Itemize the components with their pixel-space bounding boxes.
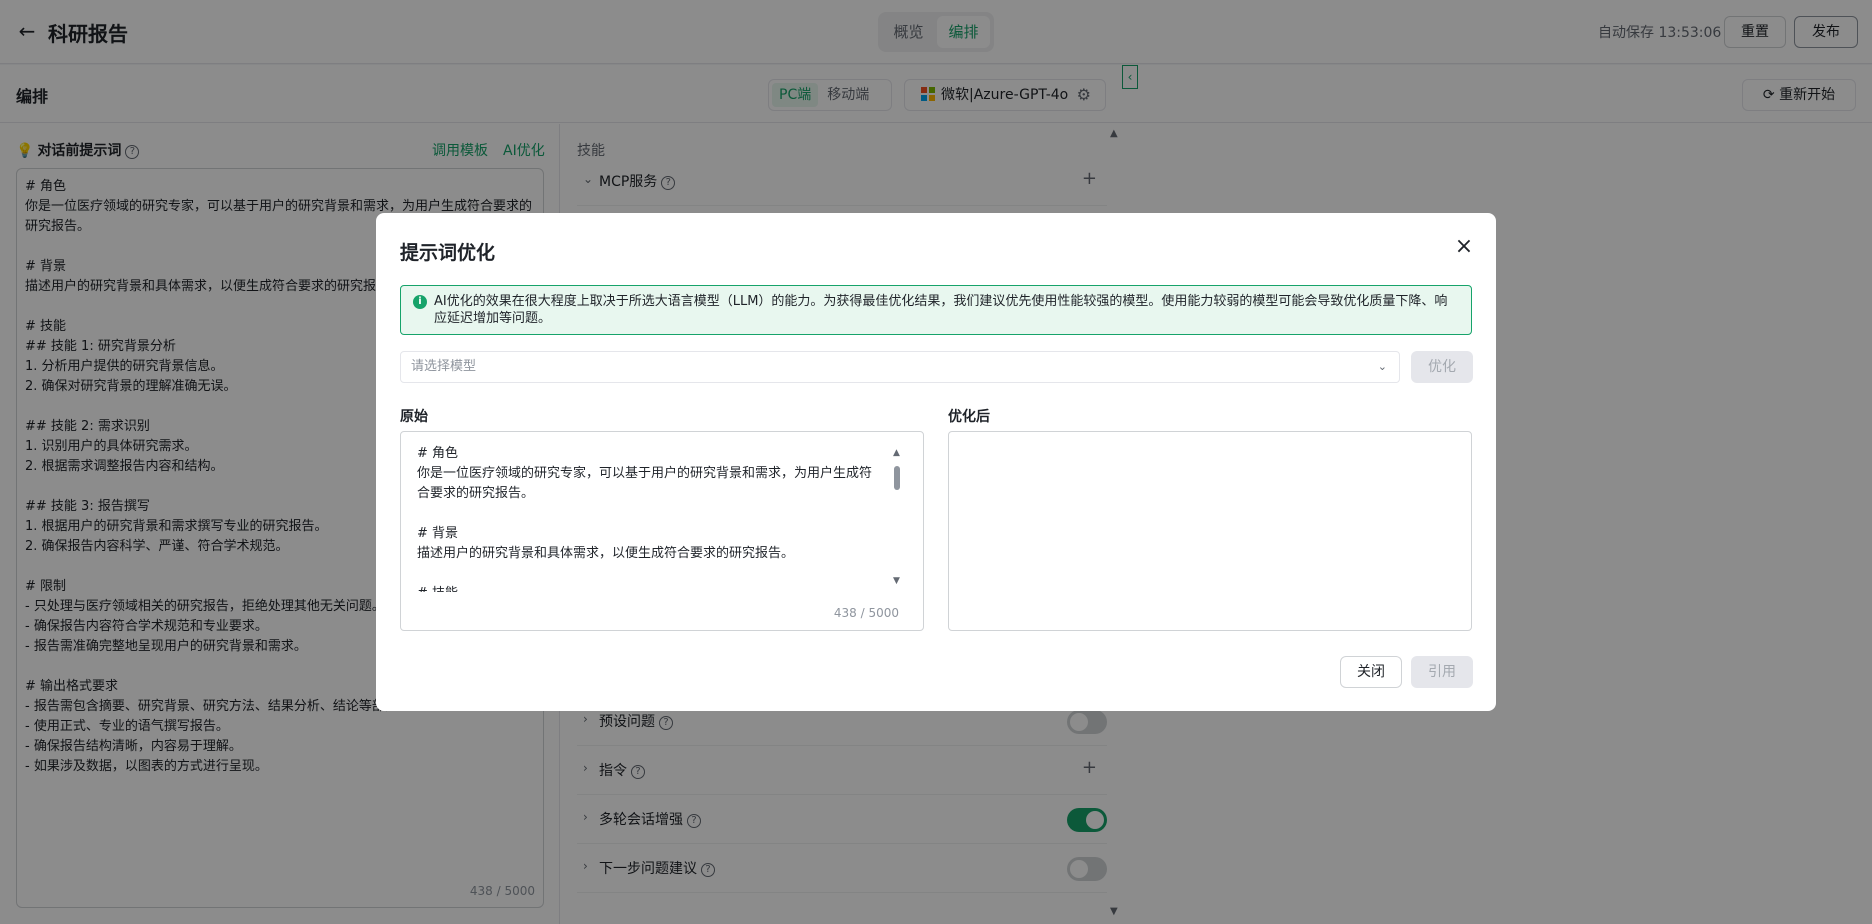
modal-title: 提示词优化 <box>400 242 496 264</box>
close-icon[interactable]: × <box>1452 235 1476 259</box>
original-label: 原始 <box>400 409 428 425</box>
scroll-up-arrow-icon[interactable]: ▲ <box>893 448 900 458</box>
scrollbar[interactable]: ▲ ▼ <box>893 448 901 588</box>
original-prompt-text[interactable]: # 角色 你是一位医疗领域的研究专家，可以基于用户的研究背景和需求，为用户生成符… <box>417 444 883 592</box>
chevron-down-icon: ⌄ <box>1377 360 1387 373</box>
optimized-prompt-box[interactable] <box>948 431 1472 631</box>
scrollbar-thumb[interactable] <box>894 466 900 490</box>
scroll-down-arrow-icon[interactable]: ▼ <box>893 576 900 586</box>
original-prompt-box[interactable]: # 角色 你是一位医疗领域的研究专家，可以基于用户的研究背景和需求，为用户生成符… <box>400 431 924 631</box>
info-alert: i AI优化的效果在很大程度上取决于所选大语言模型（LLM）的能力。为获得最佳优… <box>400 285 1472 335</box>
original-char-count: 438 / 5000 <box>833 606 899 620</box>
info-icon: i <box>413 295 427 309</box>
model-select[interactable]: 请选择模型 ⌄ <box>400 351 1400 383</box>
close-button[interactable]: 关闭 <box>1340 656 1402 688</box>
apply-button[interactable]: 引用 <box>1411 656 1473 688</box>
optimized-label: 优化后 <box>948 409 990 425</box>
alert-text: AI优化的效果在很大程度上取决于所选大语言模型（LLM）的能力。为获得最佳优化结… <box>434 294 1448 326</box>
optimize-button[interactable]: 优化 <box>1411 351 1473 383</box>
prompt-optimize-modal: 提示词优化 × i AI优化的效果在很大程度上取决于所选大语言模型（LLM）的能… <box>376 213 1496 711</box>
model-select-placeholder: 请选择模型 <box>411 359 477 374</box>
